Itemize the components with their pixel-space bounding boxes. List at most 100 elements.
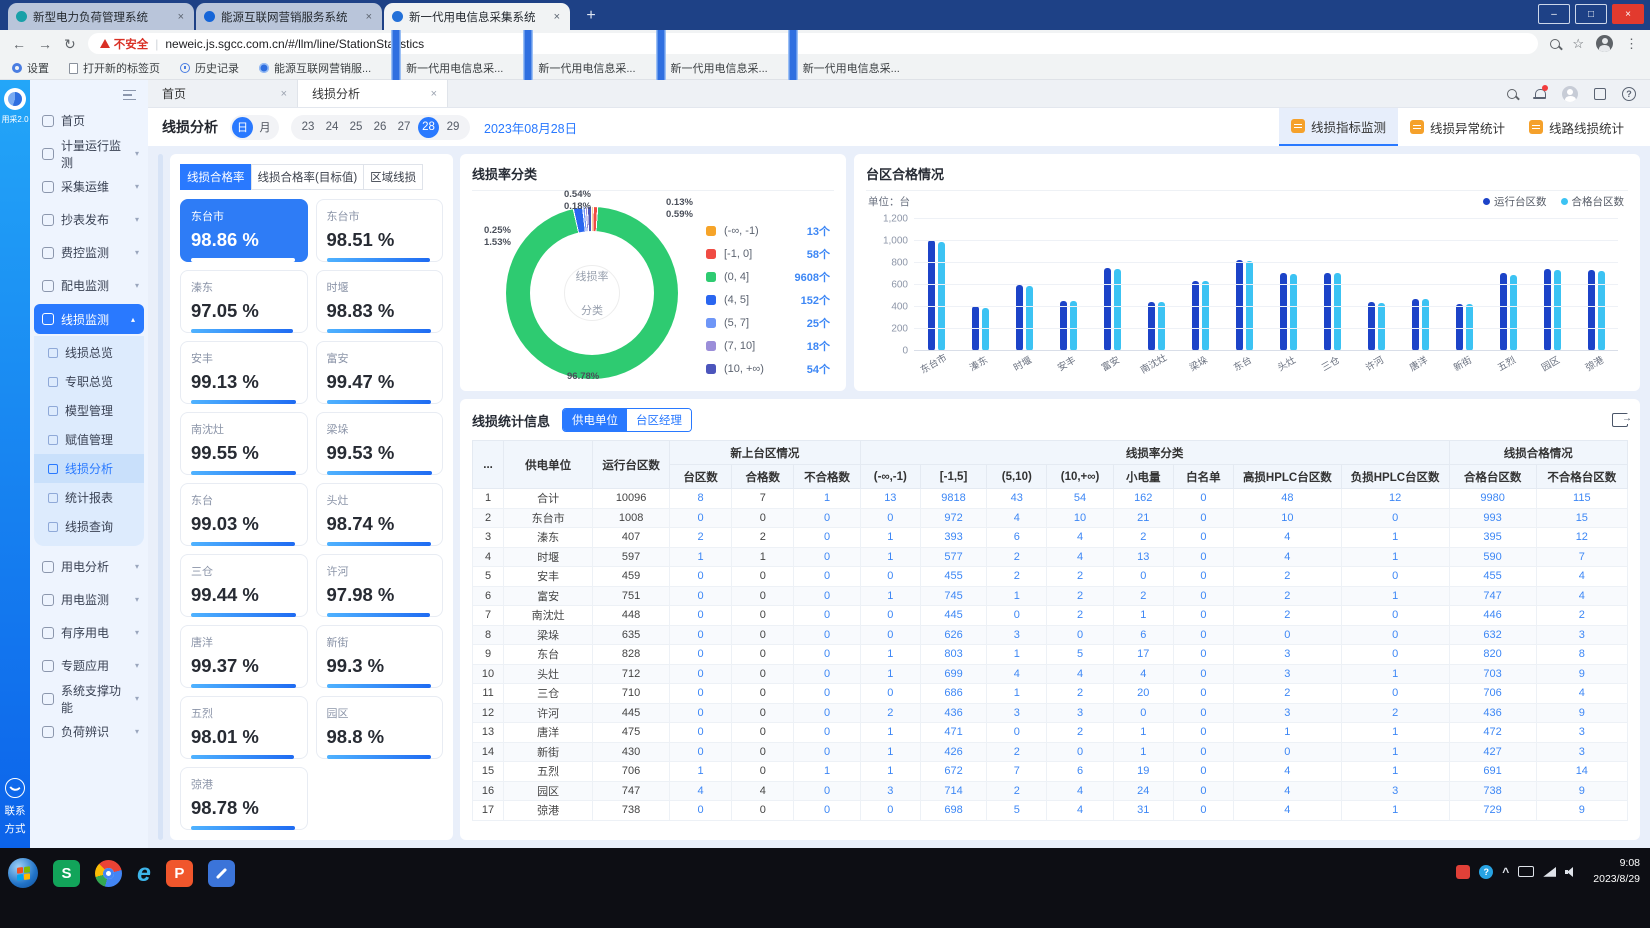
table-cell[interactable]: 43: [987, 489, 1047, 509]
table-cell[interactable]: 0: [1173, 742, 1233, 762]
search-icon[interactable]: [1507, 89, 1517, 99]
table-cell[interactable]: 472: [1449, 723, 1536, 743]
table-cell[interactable]: 0: [794, 684, 860, 704]
sidebar-subitem[interactable]: 模型管理: [34, 396, 144, 425]
app-logo[interactable]: [4, 88, 26, 110]
table-cell[interactable]: 1: [860, 645, 920, 665]
table-cell[interactable]: 0: [1113, 703, 1173, 723]
table-cell[interactable]: 115: [1536, 489, 1627, 509]
network-icon[interactable]: [1543, 867, 1556, 877]
table-cell[interactable]: 1: [1341, 742, 1449, 762]
legend-count[interactable]: 25个: [784, 315, 830, 331]
sidebar-item[interactable]: 计量运行监测▾: [30, 137, 148, 170]
security-warning[interactable]: 不安全: [100, 36, 149, 52]
sidebar-item[interactable]: 配电监测▾: [30, 269, 148, 302]
region-card[interactable]: 梁垛99.53 %: [316, 412, 444, 475]
bar-group[interactable]: 安丰: [1046, 219, 1090, 351]
table-cell[interactable]: 455: [920, 567, 986, 587]
table-cell[interactable]: 2: [1047, 606, 1113, 626]
region-card[interactable]: 许河97.98 %: [316, 554, 444, 617]
table-cell[interactable]: 0: [794, 625, 860, 645]
minimize-button[interactable]: –: [1538, 4, 1570, 24]
bar-group[interactable]: 头灶: [1266, 219, 1310, 351]
sidebar-subitem[interactable]: 统计报表: [34, 483, 144, 512]
browser-tab[interactable]: 新一代用电信息采集系统×: [384, 3, 570, 30]
table-cell[interactable]: 2: [1113, 586, 1173, 606]
table-cell[interactable]: 2: [860, 703, 920, 723]
table-cell[interactable]: 0: [1341, 567, 1449, 587]
table-cell[interactable]: 0: [1173, 489, 1233, 509]
table-cell[interactable]: 6: [987, 528, 1047, 548]
table-cell[interactable]: 3: [987, 703, 1047, 723]
table-cell[interactable]: 820: [1449, 645, 1536, 665]
table-toggle-option[interactable]: 台区经理: [627, 409, 691, 431]
table-cell[interactable]: 632: [1449, 625, 1536, 645]
sidebar-item[interactable]: 用电监测▾: [30, 583, 148, 616]
table-cell[interactable]: 162: [1113, 489, 1173, 509]
bar-group[interactable]: 东台: [1222, 219, 1266, 351]
table-cell[interactable]: 0: [1173, 586, 1233, 606]
bookmark-item[interactable]: 能源互联网营销服...: [259, 60, 371, 76]
table-cell[interactable]: 0: [669, 586, 731, 606]
search-icon[interactable]: [1550, 39, 1560, 49]
bar-group[interactable]: 园区: [1530, 219, 1574, 351]
table-cell[interactable]: 0: [669, 742, 731, 762]
table-cell[interactable]: 4: [1047, 547, 1113, 567]
ime-red-icon[interactable]: [1456, 865, 1470, 879]
table-cell[interactable]: 0: [860, 625, 920, 645]
table-cell[interactable]: 10: [1047, 508, 1113, 528]
maximize-button[interactable]: □: [1575, 4, 1607, 24]
table-cell[interactable]: 4: [987, 664, 1047, 684]
sidebar-item[interactable]: 专题应用▾: [30, 649, 148, 682]
table-cell[interactable]: 2: [987, 742, 1047, 762]
table-cell[interactable]: 8: [1536, 645, 1627, 665]
legend-count[interactable]: 18个: [784, 338, 830, 354]
table-cell[interactable]: 3: [1233, 703, 1341, 723]
table-cell[interactable]: 3: [1233, 664, 1341, 684]
table-cell[interactable]: 2: [1047, 586, 1113, 606]
table-cell[interactable]: 54: [1047, 489, 1113, 509]
table-cell[interactable]: 0: [669, 508, 731, 528]
table-cell[interactable]: 0: [1047, 742, 1113, 762]
region-card[interactable]: 三仓99.44 %: [180, 554, 308, 617]
table-cell[interactable]: 1: [1341, 723, 1449, 743]
close-button[interactable]: ×: [1612, 4, 1644, 24]
table-cell[interactable]: 0: [1047, 625, 1113, 645]
table-cell[interactable]: 0: [669, 567, 731, 587]
table-cell[interactable]: 2: [1047, 567, 1113, 587]
table-cell[interactable]: 4: [987, 508, 1047, 528]
table-cell[interactable]: 426: [920, 742, 986, 762]
contact-block[interactable]: 联系 方式: [5, 778, 26, 836]
table-cell[interactable]: 0: [1173, 645, 1233, 665]
table-cell[interactable]: 0: [1173, 508, 1233, 528]
table-cell[interactable]: 471: [920, 723, 986, 743]
table-cell[interactable]: 17: [1113, 645, 1173, 665]
table-cell[interactable]: 14: [1536, 762, 1627, 782]
table-cell[interactable]: 745: [920, 586, 986, 606]
table-cell[interactable]: 0: [860, 508, 920, 528]
table-cell[interactable]: 590: [1449, 547, 1536, 567]
table-cell[interactable]: 1: [860, 586, 920, 606]
table-cell[interactable]: 8: [669, 489, 731, 509]
table-cell[interactable]: 13: [860, 489, 920, 509]
table-cell[interactable]: 0: [987, 606, 1047, 626]
table-cell[interactable]: 4: [1233, 781, 1341, 801]
table-cell[interactable]: 0: [669, 606, 731, 626]
up-arrow-icon[interactable]: ^: [1502, 865, 1509, 879]
table-cell[interactable]: 0: [1173, 528, 1233, 548]
table-cell[interactable]: 1: [1113, 723, 1173, 743]
table-cell[interactable]: 0: [669, 664, 731, 684]
table-cell[interactable]: 4: [1536, 586, 1627, 606]
table-cell[interactable]: 0: [1173, 723, 1233, 743]
legend-count[interactable]: 54个: [784, 361, 830, 377]
day-option[interactable]: 26: [368, 117, 392, 138]
table-cell[interactable]: 0: [1341, 625, 1449, 645]
sidebar-item[interactable]: 线损监测▴: [34, 304, 144, 334]
table-cell[interactable]: 691: [1449, 762, 1536, 782]
tab-close-icon[interactable]: ×: [176, 11, 186, 23]
workspace-tab[interactable]: 首页×: [148, 80, 298, 107]
table-cell[interactable]: 0: [1341, 645, 1449, 665]
table-cell[interactable]: 2: [987, 547, 1047, 567]
region-card[interactable]: 唐洋99.37 %: [180, 625, 308, 688]
bar-group[interactable]: 南沈灶: [1134, 219, 1178, 351]
